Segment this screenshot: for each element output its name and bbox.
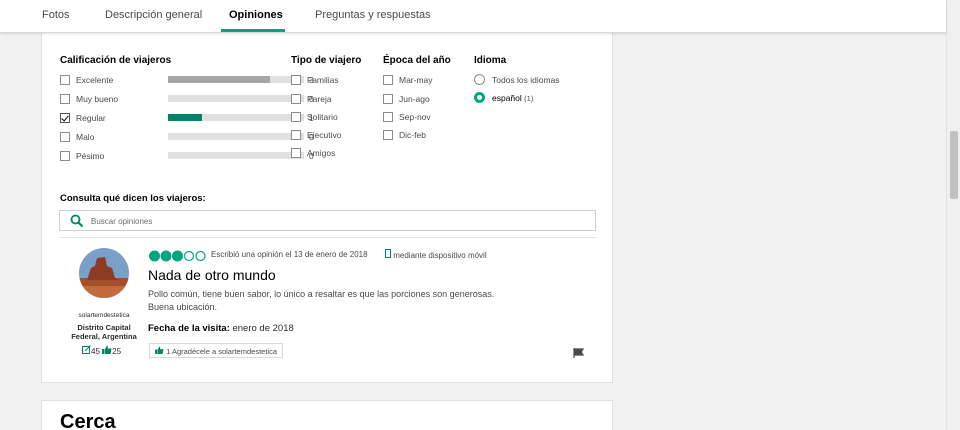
search-input[interactable]: Buscar opiniones [59,210,596,231]
nearby-title: Cerca [60,411,116,430]
section-tabs: Fotos Descripción general Opiniones Preg… [0,0,946,33]
review-title[interactable]: Nada de otro mundo [148,267,276,283]
thumbs-up-icon [102,345,112,356]
review-body-line2: Buena ubicación. [148,302,218,312]
season-label: Dic-feb [399,130,426,140]
radio[interactable] [474,74,485,85]
rating-bar [168,95,304,102]
rating-bar [168,133,304,140]
divider [59,237,596,238]
review-body: Pollo común, tiene buen sabor, lo único … [148,288,568,314]
rating-label: Muy bueno [76,94,119,104]
checkbox[interactable] [383,130,393,140]
season-label: Jun-ago [399,94,430,104]
rating-bar-fill [168,114,202,121]
review-device: mediante dispositivo móvil [385,249,487,260]
reviewer-location-line1: Distrito Capital [77,323,131,332]
traveler-type-label: Familias [307,75,339,85]
checkbox[interactable] [291,112,301,122]
reviews-card: Calificación de viajeros Excelente 3 Muy… [41,33,613,383]
checkbox[interactable] [291,94,301,104]
page-scrollbar[interactable] [946,0,960,430]
season-label: Sep-nov [399,112,431,122]
season-label: Mar-may [399,75,433,85]
rating-bubbles [149,249,207,267]
checkbox[interactable] [383,75,393,85]
thumbs-up-icon [155,346,164,356]
checkbox[interactable] [291,75,301,85]
visit-date: Fecha de la visita: enero de 2018 [148,323,294,334]
traveler-type-label: Solitario [307,112,338,122]
thanks-label: Agradécele a solartemdestetica [171,347,277,356]
review-count-icon [82,345,91,356]
visit-date-label: Fecha de la visita: [148,323,230,334]
search-placeholder: Buscar opiniones [91,217,153,226]
checkbox[interactable] [60,151,70,161]
radio-selected[interactable] [474,92,485,103]
checkbox[interactable] [383,112,393,122]
helpful-votes-count: 25 [112,347,122,356]
reviewer-location: Distrito Capital Federal, Argentina [66,323,142,341]
tab-descripcion-general[interactable]: Descripción general [105,9,202,21]
thank-reviewer-button[interactable]: 1 Agradécele a solartemdestetica [149,343,283,358]
checkbox[interactable] [60,75,70,85]
traveler-type-heading: Tipo de viajero [291,55,362,66]
nearby-card: Cerca [41,400,613,430]
rating-filter-heading: Calificación de viajeros [60,55,172,66]
rating-label: Pésimo [76,151,105,161]
checkbox[interactable] [60,132,70,142]
language-name: español [492,93,522,103]
rating-bar-fill [168,76,270,83]
search-heading: Consulta qué dicen los viajeros: [60,193,206,204]
search-icon [70,214,84,233]
rating-label: Regular [76,113,106,123]
traveler-type-label: Ejecutivo [307,130,342,140]
language-label: Todos los idiomas [492,75,560,85]
contributions-count: 45 [91,347,100,356]
tab-fotos[interactable]: Fotos [42,9,70,21]
scrollbar-thumb[interactable] [950,131,958,199]
visit-date-value: enero de 2018 [232,323,294,334]
season-heading: Época del año [383,55,451,66]
rating-bar [168,152,304,159]
reviewer-stats: 45 25 [82,345,121,356]
checkbox-checked[interactable] [60,113,70,123]
thanks-count: 1 [166,347,171,356]
checkbox[interactable] [291,148,301,158]
device-text: mediante dispositivo móvil [393,251,487,260]
review-date: Escribió una opinión el 13 de enero de 2… [211,250,368,259]
flag-icon[interactable] [573,345,585,363]
checkbox[interactable] [383,94,393,104]
rating-label: Excelente [76,75,114,85]
language-count: (1) [524,94,534,103]
avatar[interactable] [79,248,129,298]
checkbox[interactable] [60,94,70,104]
rating-bar [168,76,304,83]
reviewer-name[interactable]: solartemdestetica [69,312,139,319]
tab-preguntas-y-respuestas[interactable]: Preguntas y respuestas [315,9,431,21]
checkbox[interactable] [291,130,301,140]
tab-opiniones[interactable]: Opiniones [229,9,283,21]
language-heading: Idioma [474,55,507,66]
active-tab-indicator [221,29,285,32]
language-label: español (1) [492,93,533,103]
review-body-line1: Pollo común, tiene buen sabor, lo único … [148,289,495,299]
rating-bar [168,114,304,121]
traveler-type-label: Pareja [307,94,332,104]
traveler-type-label: Amigos [307,148,336,158]
rating-label: Malo [76,132,95,142]
mobile-icon [385,249,391,260]
reviewer-location-line2: Federal, Argentina [71,332,137,341]
